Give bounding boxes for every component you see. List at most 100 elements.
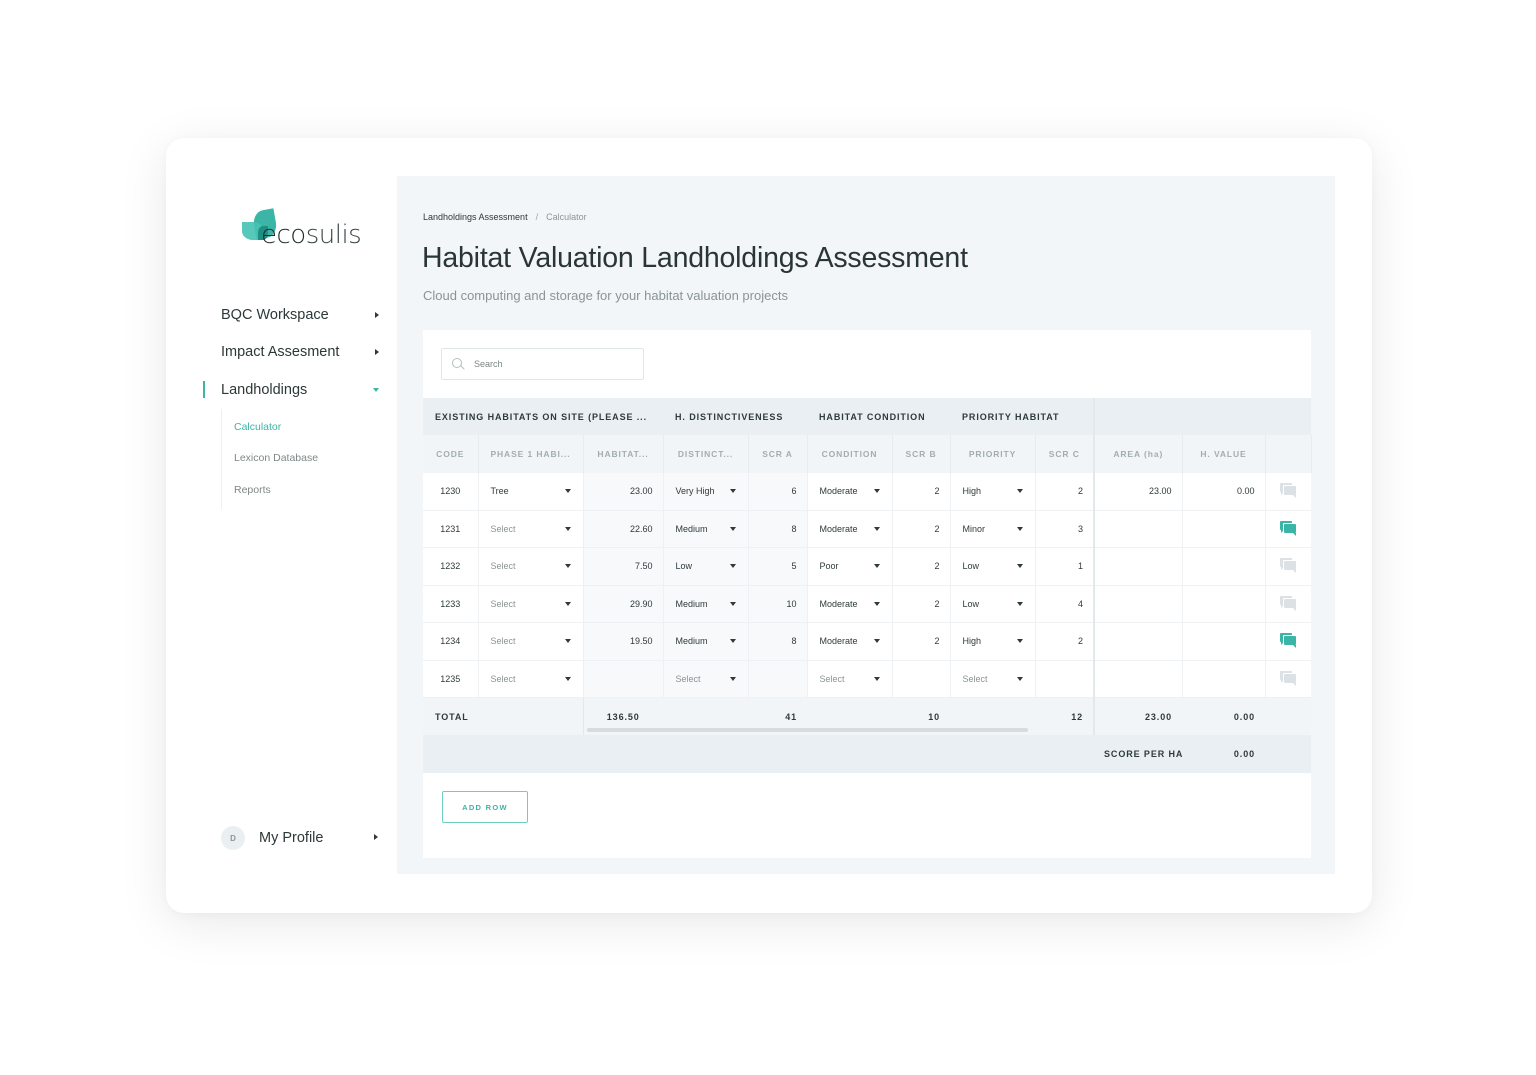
comment-icon[interactable] — [1280, 670, 1297, 686]
priority-dropdown[interactable]: Low — [950, 547, 1036, 586]
page-subtitle: Cloud computing and storage for your hab… — [423, 288, 788, 303]
cell-habitat[interactable]: 22.60 — [583, 510, 664, 548]
cell-habitat[interactable]: 19.50 — [583, 622, 664, 661]
table-row: 1233 Select 29.90 Medium 10 Moderate 2 Low 4 — [423, 585, 1312, 623]
priority-dropdown[interactable]: High — [950, 622, 1036, 661]
comment-icon[interactable] — [1280, 483, 1297, 498]
priority-dropdown[interactable]: Low — [950, 585, 1036, 623]
horizontal-scrollbar[interactable] — [587, 728, 1028, 732]
add-row-button[interactable]: ADD ROW — [442, 791, 528, 823]
cell-code: 1230 — [423, 472, 479, 511]
total-spacer — [1265, 697, 1312, 735]
comment-icon[interactable] — [1280, 520, 1297, 536]
cell-scr-b: 2 — [892, 622, 951, 661]
priority-dropdown[interactable]: High — [950, 472, 1036, 511]
phase-1-habitat-dropdown[interactable]: Select — [478, 547, 584, 586]
cell-scr-a: 5 — [748, 547, 808, 586]
caret-right-icon — [375, 311, 379, 318]
active-indicator — [203, 381, 205, 398]
comment-cell[interactable] — [1265, 547, 1312, 586]
comment-cell[interactable] — [1265, 660, 1312, 698]
condition-dropdown[interactable]: Moderate — [807, 622, 893, 661]
sidebar-item-label: Impact Assesment — [221, 344, 340, 361]
distinctiveness-dropdown[interactable]: Medium — [663, 622, 749, 661]
phase-1-habitat-dropdown[interactable]: Select — [478, 660, 584, 698]
sidebar-item-landholdings[interactable]: Landholdings — [203, 371, 393, 409]
chevron-down-icon — [1016, 564, 1023, 569]
column-header-distinctiveness[interactable]: DISTINCT... — [663, 435, 749, 473]
dropdown-value: Moderate — [819, 636, 858, 647]
chevron-down-icon — [729, 489, 736, 493]
subnav-item-lexicon-database[interactable]: Lexicon Database — [234, 443, 393, 474]
cell-code: 1235 — [423, 660, 479, 698]
cell-scr-b: 2 — [892, 585, 951, 623]
condition-dropdown[interactable]: Moderate — [807, 585, 893, 623]
column-header-condition[interactable]: CONDITION — [807, 435, 893, 473]
condition-dropdown[interactable]: Moderate — [807, 510, 893, 548]
table-body: 1230 Tree 23.00 Very High 6 Moderate 2 High 2 23.… — [423, 472, 1312, 698]
cell-scr-a: 8 — [748, 622, 808, 661]
condition-dropdown[interactable]: Select — [807, 660, 893, 698]
column-header-habitat[interactable]: HABITAT... — [583, 435, 664, 473]
dropdown-value: Select — [490, 673, 516, 684]
distinctiveness-dropdown[interactable]: Medium — [663, 585, 749, 623]
chevron-down-icon — [729, 676, 736, 681]
cell-scr-b: 2 — [892, 547, 951, 586]
cell-h-value: 0.00 — [1182, 472, 1266, 511]
column-header-priority[interactable]: PRIORITY — [950, 435, 1036, 473]
distinctiveness-dropdown[interactable]: Low — [663, 547, 749, 586]
sidebar-item-bqc-workspace[interactable]: BQC Workspace — [203, 296, 393, 334]
phase-1-habitat-dropdown[interactable]: Select — [478, 585, 584, 623]
chevron-down-icon — [1016, 639, 1023, 644]
comment-cell[interactable] — [1265, 472, 1312, 511]
condition-dropdown[interactable]: Moderate — [807, 472, 893, 511]
breadcrumb-parent[interactable]: Landholdings Assessment — [423, 212, 528, 222]
my-profile-menu[interactable]: D My Profile — [221, 826, 381, 850]
distinctiveness-dropdown[interactable]: Medium — [663, 510, 749, 548]
column-header-phase-1-habitat[interactable]: PHASE 1 HABI... — [478, 435, 584, 473]
cell-habitat[interactable]: 23.00 — [583, 472, 664, 511]
column-header-scr-b[interactable]: SCR B — [892, 435, 951, 473]
column-header-scr-c[interactable]: SCR C — [1035, 435, 1096, 473]
distinctiveness-dropdown[interactable]: Very High — [663, 472, 749, 511]
phase-1-habitat-dropdown[interactable]: Tree — [478, 472, 584, 511]
comment-cell[interactable] — [1265, 585, 1312, 623]
chevron-down-icon — [873, 676, 880, 681]
phase-1-habitat-dropdown[interactable]: Select — [478, 622, 584, 661]
column-header-h-value[interactable]: H. VALUE — [1182, 435, 1266, 473]
caret-down-icon — [373, 387, 379, 392]
priority-dropdown[interactable]: Minor — [950, 510, 1036, 548]
distinctiveness-dropdown[interactable]: Select — [663, 660, 749, 698]
condition-dropdown[interactable]: Poor — [807, 547, 893, 586]
comment-cell[interactable] — [1265, 622, 1312, 661]
dropdown-value: Moderate — [819, 486, 858, 496]
cell-scr-a: 8 — [748, 510, 808, 548]
comment-icon[interactable] — [1280, 558, 1297, 574]
column-header-scr-a[interactable]: SCR A — [748, 435, 808, 473]
total-label: TOTAL — [423, 697, 583, 735]
comment-cell[interactable] — [1265, 510, 1312, 548]
cell-habitat[interactable]: 29.90 — [583, 585, 664, 623]
phase-1-habitat-dropdown[interactable]: Select — [478, 510, 584, 548]
cell-h-value — [1182, 622, 1266, 661]
cell-scr-a: 10 — [748, 585, 808, 623]
cell-habitat[interactable] — [583, 660, 664, 698]
cell-habitat[interactable]: 7.50 — [583, 547, 664, 586]
column-header-code[interactable]: CODE — [423, 435, 479, 473]
sidebar-item-impact-assesment[interactable]: Impact Assesment — [203, 334, 393, 372]
chevron-down-icon — [564, 601, 571, 606]
cell-area — [1094, 622, 1183, 661]
subnav-item-reports[interactable]: Reports — [234, 474, 393, 505]
cell-area: 23.00 — [1094, 472, 1183, 511]
comment-icon[interactable] — [1280, 595, 1297, 611]
ecosulis-logo: ecosulis — [242, 208, 372, 256]
priority-dropdown[interactable]: Select — [950, 660, 1036, 698]
sidebar-nav: BQC Workspace Impact Assesment Landholdi… — [203, 296, 393, 510]
table-row: 1235 Select Select Select Select — [423, 660, 1312, 698]
subnav-item-calculator[interactable]: Calculator — [234, 412, 393, 443]
comment-icon[interactable] — [1280, 633, 1297, 649]
search-input[interactable] — [474, 359, 624, 369]
score-per-ha-value: 0.00 — [1182, 735, 1266, 773]
column-header-area[interactable]: AREA (ha) — [1094, 435, 1183, 473]
avatar: D — [221, 826, 245, 850]
